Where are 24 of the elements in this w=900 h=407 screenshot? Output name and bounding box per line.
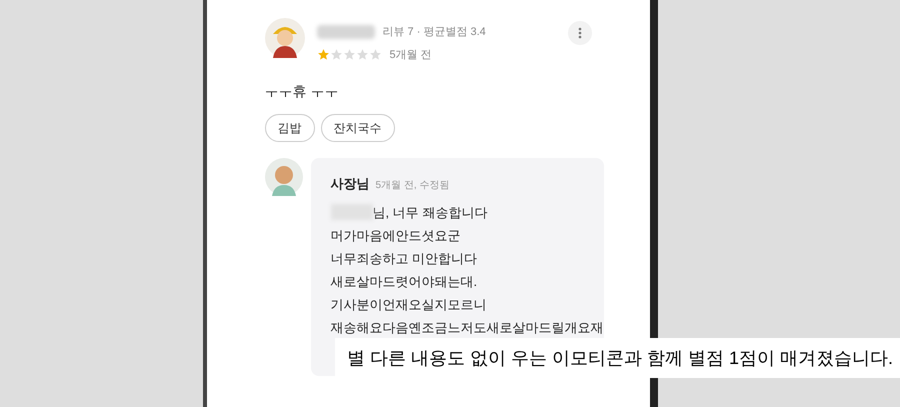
owner-name: 사장님: [330, 175, 370, 193]
reply-line: 새로살마드렷어야돼는대.: [330, 272, 478, 290]
star-icon: [356, 48, 368, 62]
reply-line: 기사분이언재오실지모르니: [330, 296, 486, 312]
reply-time: 5개월 전, 수정됨: [376, 179, 450, 193]
avatar-icon: [264, 18, 304, 58]
more-button[interactable]: [568, 21, 592, 45]
owner-avatar-icon: [264, 158, 302, 196]
menu-tag: 김밥: [264, 114, 314, 142]
reply-line: 님, 너무 좨송합니다: [372, 204, 488, 220]
star-icon: [316, 48, 330, 62]
review-text: ㅜㅜ휴 ㅜㅜ: [264, 82, 340, 101]
subtitle-caption: 별 다른 내용도 없이 우는 이모티콘과 함께 별점 1점이 매겨졌습니다.: [335, 338, 900, 378]
blurred-name: [316, 25, 374, 40]
more-icon: [578, 27, 582, 39]
reply-line: 너무죄송하고 미안합니다: [330, 250, 478, 266]
star-icon: [330, 48, 342, 62]
reply-line: 재송해요다음옌조금느저도새로살마드릴개요재: [330, 318, 604, 336]
menu-tag: 잔치국수: [320, 114, 394, 142]
star-icon: [342, 48, 356, 62]
reviewer-stats: 리뷰 7 · 평균별점 3.4: [382, 25, 486, 40]
star-icon: [368, 48, 382, 62]
review-time: 5개월 전: [390, 48, 432, 62]
reply-line: 머가마음에안드셧요군: [330, 226, 460, 244]
